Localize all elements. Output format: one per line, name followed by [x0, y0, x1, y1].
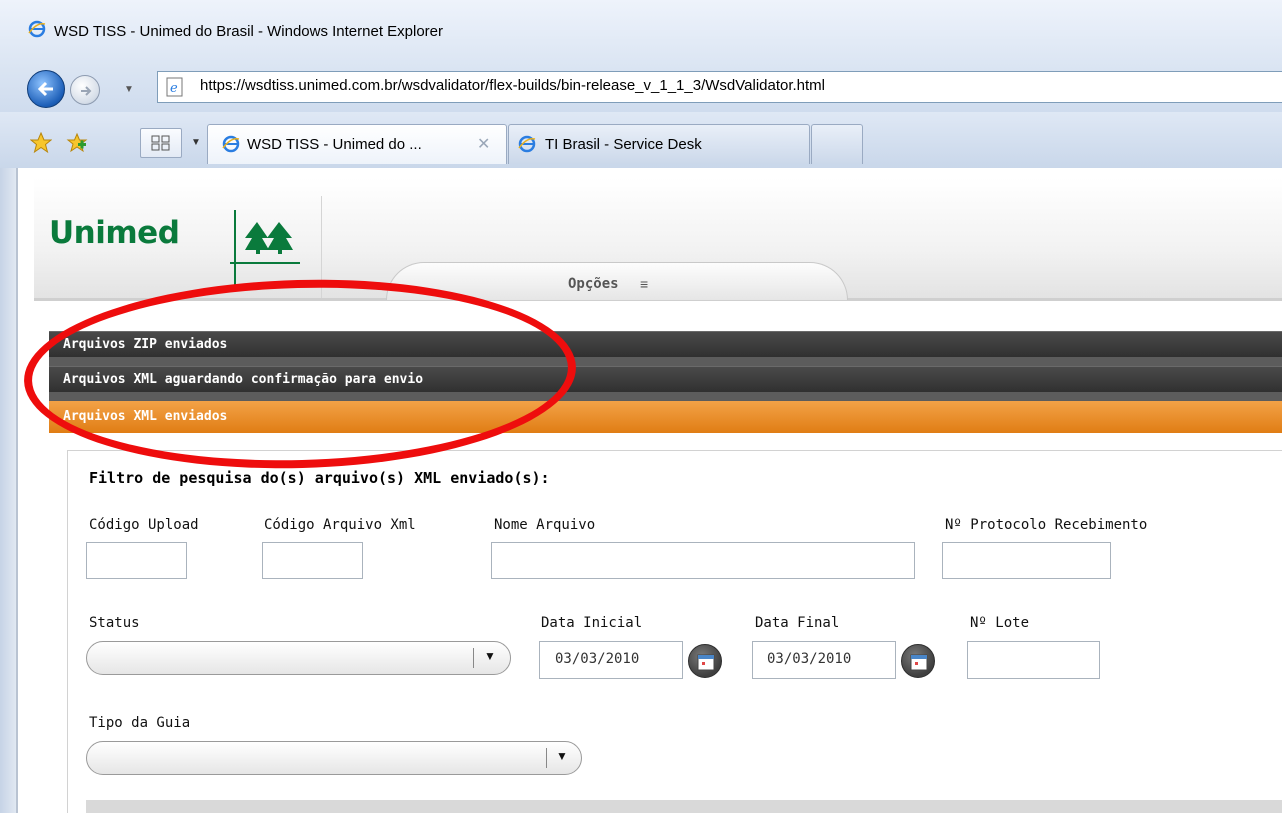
close-tab-icon[interactable]: ✕ — [477, 134, 490, 154]
quick-tabs-button[interactable] — [140, 128, 182, 158]
add-favorite-icon[interactable] — [66, 132, 88, 154]
history-dropdown-icon[interactable]: ▼ — [124, 84, 134, 95]
protocol-number-label: Nº Protocolo Recebimento — [945, 517, 1148, 533]
ie-tab-icon — [518, 135, 536, 153]
window-title: WSD TISS - Unimed do Brasil - Windows In… — [54, 23, 444, 40]
status-label: Status — [89, 615, 140, 631]
start-date-calendar-button[interactable] — [688, 644, 722, 678]
end-date-value[interactable]: 03/03/2010 — [767, 651, 851, 667]
unimed-tree-logo-icon — [243, 220, 295, 256]
file-name-input[interactable] — [491, 542, 915, 579]
end-date-label: Data Final — [755, 615, 840, 631]
select-divider — [546, 748, 547, 768]
page-icon: e — [165, 77, 185, 97]
svg-text:e: e — [170, 81, 178, 96]
select-divider — [473, 648, 474, 668]
section-divider — [49, 392, 1282, 401]
back-button[interactable] — [27, 70, 65, 108]
xml-code-input[interactable] — [262, 542, 363, 579]
tab-label[interactable]: TI Brasil - Service Desk — [545, 136, 702, 153]
start-date-value[interactable]: 03/03/2010 — [555, 651, 639, 667]
unimed-logo-text: Unimed — [49, 215, 180, 251]
file-name-label: Nome Arquivo — [494, 517, 596, 533]
address-url[interactable]: https://wsdtiss.unimed.com.br/wsdvalidat… — [200, 77, 825, 94]
logo-line — [234, 210, 236, 288]
batch-number-input[interactable] — [967, 641, 1100, 679]
filter-title: Filtro de pesquisa do(s) arquivo(s) XML … — [89, 469, 550, 487]
section-divider — [49, 357, 1282, 366]
guide-type-label: Tipo da Guia — [89, 715, 191, 731]
chevron-down-icon[interactable]: ▼ — [484, 649, 496, 663]
guide-type-select[interactable] — [86, 741, 582, 775]
end-date-calendar-button[interactable] — [901, 644, 935, 678]
forward-button[interactable] — [70, 75, 100, 105]
chevron-down-icon[interactable]: ▼ — [556, 749, 568, 763]
forward-arrow-icon — [81, 86, 92, 96]
new-tab-button[interactable] — [811, 124, 863, 164]
window-frame-edge — [0, 168, 16, 813]
logo-line — [230, 262, 300, 264]
quick-tabs-grid-icon — [151, 135, 170, 151]
options-label[interactable]: Opções — [568, 276, 619, 292]
ie-logo-icon — [28, 20, 46, 38]
start-date-label: Data Inicial — [541, 615, 643, 631]
status-select[interactable] — [86, 641, 511, 675]
header-separator — [321, 196, 322, 298]
xml-code-label: Código Arquivo Xml — [264, 517, 416, 533]
protocol-number-input[interactable] — [942, 542, 1111, 579]
section-xml-awaiting[interactable]: Arquivos XML aguardando confirmação para… — [49, 366, 1282, 392]
upload-code-label: Código Upload — [89, 517, 199, 533]
section-zip-sent[interactable]: Arquivos ZIP enviados — [49, 331, 1282, 357]
back-arrow-icon — [37, 81, 53, 97]
favorites-star-icon[interactable] — [29, 131, 53, 154]
menu-lines-icon[interactable]: ≡ — [640, 276, 648, 292]
calendar-icon — [697, 654, 715, 671]
results-grid-header — [86, 800, 1282, 813]
calendar-icon — [910, 654, 928, 671]
tab-label[interactable]: WSD TISS - Unimed do ... — [247, 136, 422, 153]
batch-number-label: Nº Lote — [970, 615, 1030, 631]
upload-code-input[interactable] — [86, 542, 187, 579]
ie-tab-icon — [222, 135, 240, 153]
section-xml-sent[interactable]: Arquivos XML enviados — [49, 401, 1282, 433]
tab-list-dropdown-icon[interactable]: ▼ — [188, 128, 204, 158]
